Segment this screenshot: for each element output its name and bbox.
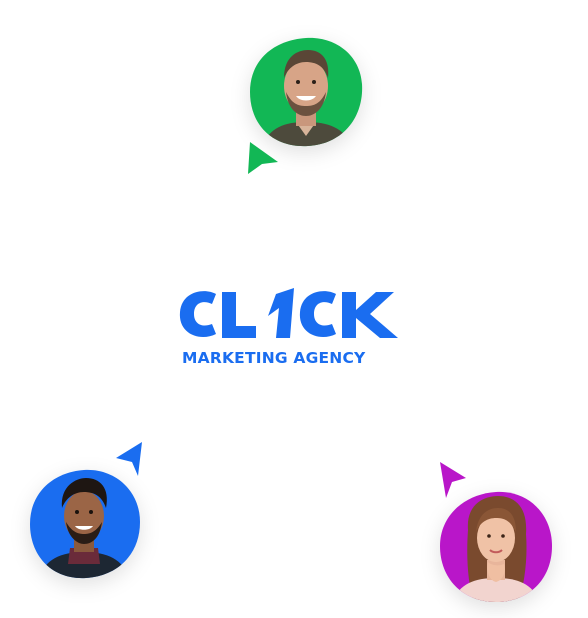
cursor-arrow-icon [248,142,278,174]
avatar-left [28,468,142,580]
brand-wordmark [179,288,398,338]
avatar-top-image [250,37,363,147]
avatar-left-image [30,469,140,579]
brand-tagline: MARKETING AGENCY [182,349,366,367]
pointer-top [244,140,280,176]
avatar-top [248,36,364,148]
avatar-right-image [440,491,552,603]
avatar-right [438,490,554,604]
